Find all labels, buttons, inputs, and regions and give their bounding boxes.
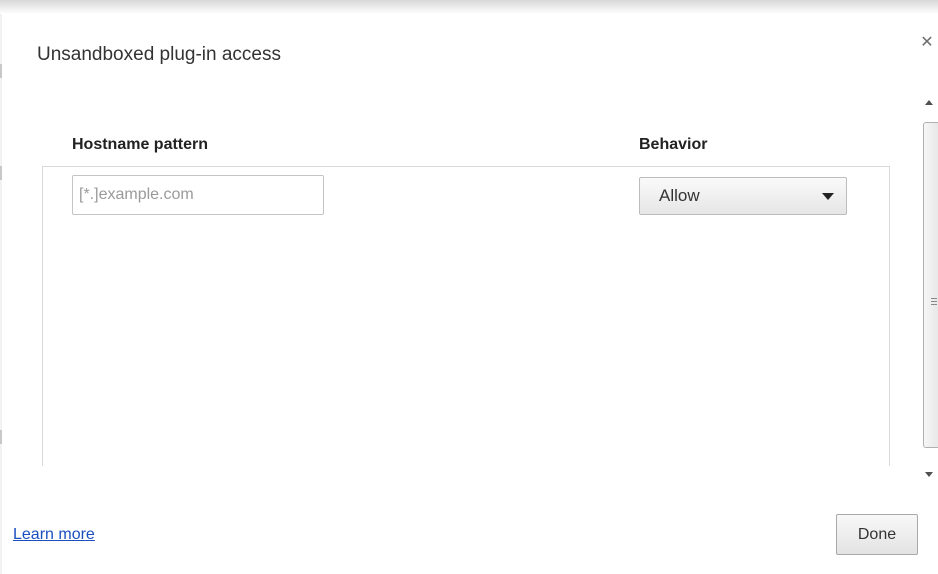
close-icon[interactable]: ✕ — [918, 34, 936, 52]
grip-icon — [931, 298, 937, 305]
left-edge-mark — [0, 166, 2, 180]
done-button[interactable]: Done — [836, 514, 918, 555]
column-header-behavior: Behavior — [639, 136, 708, 153]
scrollbar-thumb[interactable] — [923, 122, 938, 448]
scroll-down-arrow-icon[interactable] — [925, 472, 933, 477]
behavior-selected-value: Allow — [659, 186, 700, 205]
behavior-select[interactable]: Allow — [639, 177, 847, 215]
scroll-up-arrow-icon[interactable] — [925, 100, 933, 105]
learn-more-link[interactable]: Learn more — [13, 526, 95, 544]
dialog-top-shadow — [0, 0, 938, 14]
dialog-title: Unsandboxed plug-in access — [37, 44, 281, 65]
chevron-down-icon — [822, 193, 834, 200]
dialog: Unsandboxed plug-in access ✕ Hostname pa… — [0, 0, 938, 574]
left-edge-mark — [0, 64, 2, 78]
hostname-pattern-input[interactable] — [72, 175, 324, 215]
scrollbar[interactable] — [921, 92, 938, 492]
column-header-hostname: Hostname pattern — [72, 136, 209, 153]
left-edge-mark — [0, 430, 2, 444]
dialog-left-edge — [0, 14, 2, 574]
